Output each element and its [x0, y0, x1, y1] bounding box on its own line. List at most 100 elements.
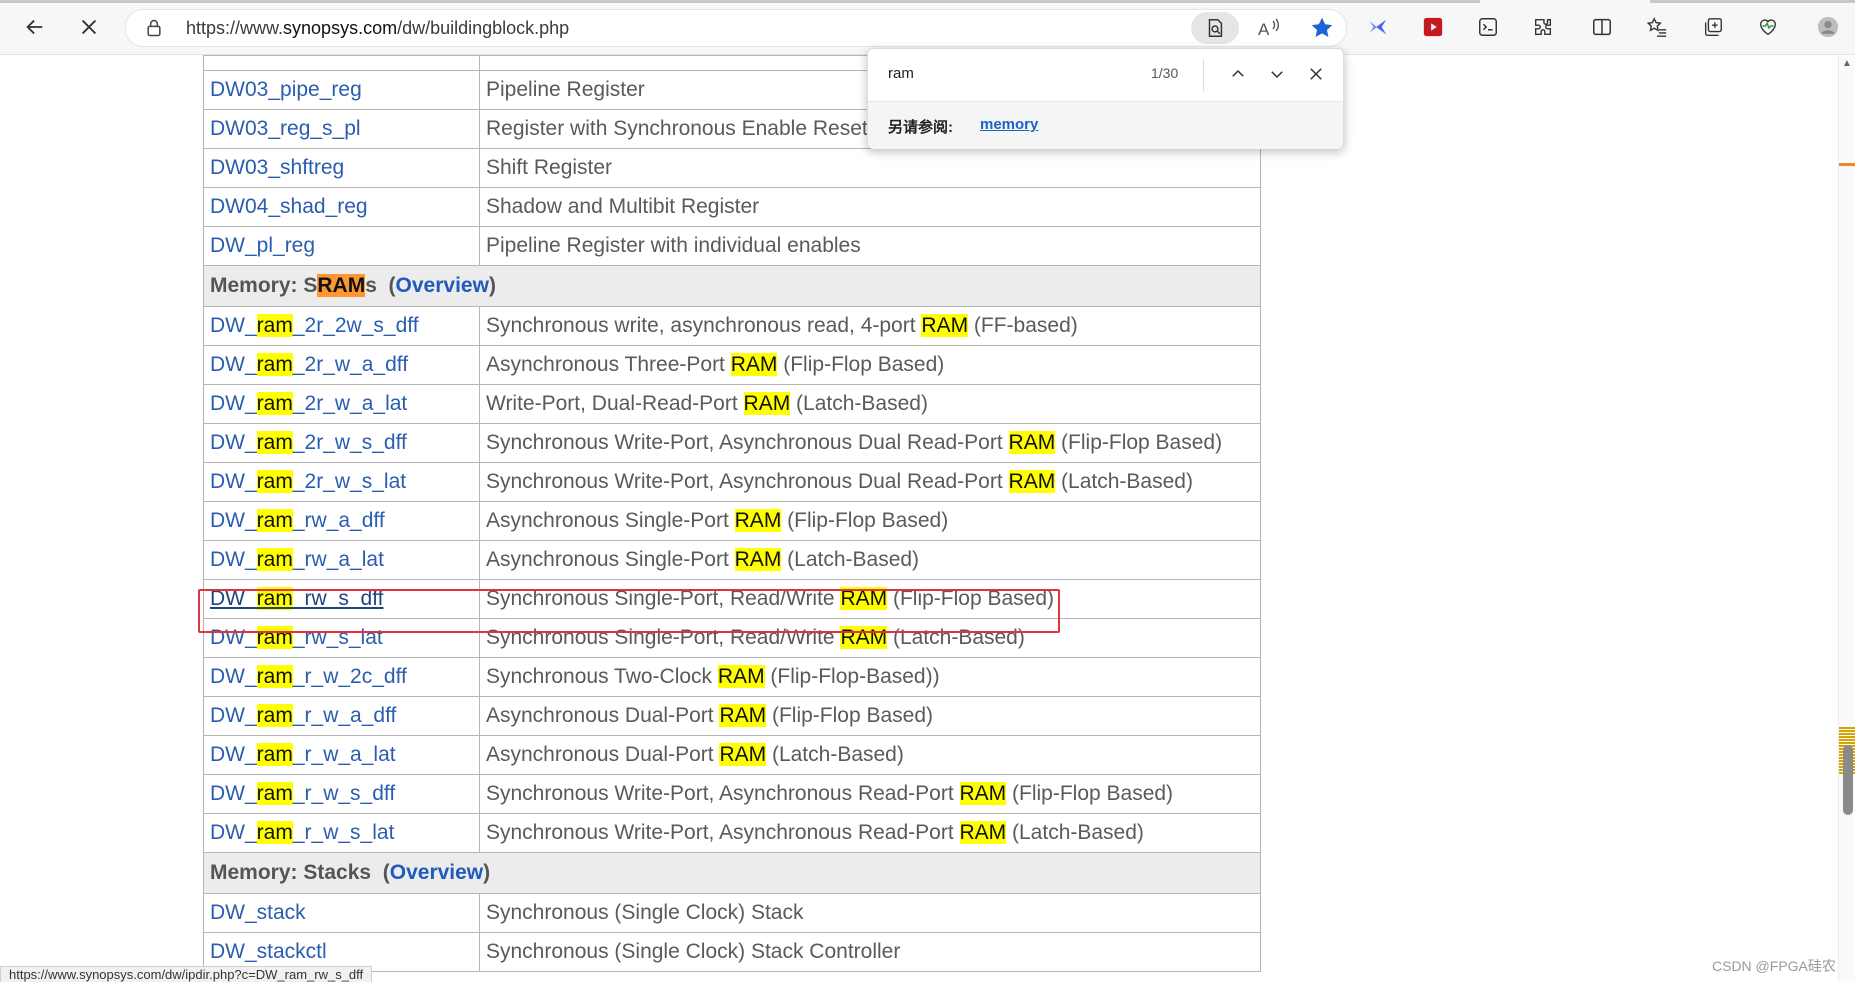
see-also-suggestion-link[interactable]: memory	[980, 116, 1038, 133]
address-bar[interactable]: https://www.synopsys.com/dw/buildingbloc…	[125, 9, 1347, 47]
component-name-cell: DW_ram_rw_s_dff	[203, 579, 480, 619]
collections-icon	[1704, 18, 1722, 36]
component-link[interactable]: DW03_pipe_reg	[210, 78, 362, 101]
arrow-left-icon	[26, 19, 43, 35]
component-description: Synchronous Write-Port, Asynchronous Rea…	[479, 813, 1261, 853]
component-link[interactable]: DW03_shftreg	[210, 156, 344, 179]
find-on-page-button[interactable]	[1191, 12, 1239, 44]
favorite-star-icon[interactable]	[1309, 15, 1335, 41]
component-link[interactable]: DW04_shad_reg	[210, 195, 368, 218]
section-title: Memory: Stacks	[210, 861, 372, 884]
table-row: DW_ram_rw_a_lat Asynchronous Single-Port …	[203, 540, 1261, 580]
find-highlight: ram	[256, 548, 293, 571]
component-description: Synchronous Write-Port, Asynchronous Dua…	[479, 423, 1261, 463]
component-link[interactable]: DW_ram_r_w_2c_dff	[210, 665, 407, 688]
component-name-cell: DW_ram_r_w_a_lat	[203, 735, 480, 775]
find-current-highlight: RAM	[317, 274, 366, 297]
table-row: DW_ram_r_w_2c_dff Synchronous Two-Clock R…	[203, 657, 1261, 697]
component-link[interactable]: DW_ram_rw_a_dff	[210, 509, 385, 532]
page-content: DW03_pipe_reg Pipeline Register DW03_reg_s…	[0, 55, 1838, 981]
component-name-cell: DW_ram_r_w_2c_dff	[203, 657, 480, 697]
table-row: DW_ram_2r_2w_s_dff Synchronous write, asy…	[203, 306, 1261, 346]
section-header-row: Memory: Stacks (Overview)	[203, 852, 1261, 894]
section-overview-link[interactable]: Overview	[396, 274, 489, 297]
extension-terminal-button[interactable]	[1472, 11, 1504, 43]
component-link[interactable]: DW_ram_rw_s_lat	[210, 626, 383, 649]
find-highlight: ram	[256, 353, 293, 376]
component-link[interactable]: DW_stack	[210, 901, 306, 924]
component-link[interactable]: DW_stackctl	[210, 940, 327, 963]
find-highlight: ram	[256, 704, 293, 727]
find-next-button[interactable]	[1264, 61, 1290, 87]
component-link[interactable]: DW_ram_2r_w_a_dff	[210, 353, 408, 376]
stop-loading-button[interactable]	[73, 11, 105, 43]
avatar-icon	[1817, 16, 1839, 38]
extensions-button[interactable]	[1527, 11, 1559, 43]
find-bar: ram 1/30 另请参阅: memory	[867, 48, 1344, 149]
heart-pulse-icon	[1759, 19, 1777, 36]
component-name-cell: DW_ram_rw_s_lat	[203, 618, 480, 658]
read-aloud-icon[interactable]: A	[1256, 15, 1282, 41]
youtube-icon	[1423, 17, 1443, 37]
url-text[interactable]: https://www.synopsys.com/dw/buildingbloc…	[186, 18, 569, 39]
find-highlight: ram	[256, 587, 293, 610]
find-highlight: RAM	[717, 665, 765, 688]
find-result-marker	[1839, 742, 1855, 744]
profile-button[interactable]	[1812, 11, 1844, 43]
component-name-cell: DW_ram_rw_a_lat	[203, 540, 480, 580]
extension-youtube-button[interactable]	[1417, 11, 1449, 43]
component-link[interactable]: DW_ram_2r_w_s_dff	[210, 431, 407, 454]
vertical-scrollbar[interactable]: ▲	[1838, 55, 1855, 981]
lock-icon[interactable]	[144, 18, 164, 38]
component-link[interactable]: DW_pl_reg	[210, 234, 315, 257]
collections-button[interactable]	[1697, 11, 1729, 43]
table-row: DW_ram_r_w_s_lat Synchronous Write-Port, …	[203, 813, 1261, 853]
section-title: Memory: SRAMs	[210, 274, 377, 297]
component-link[interactable]: DW_ram_2r_2w_s_dff	[210, 314, 419, 337]
component-link[interactable]: DW03_reg_s_pl	[210, 117, 361, 140]
scrollbar-thumb[interactable]	[1843, 745, 1853, 815]
bird-extension-icon	[1369, 19, 1387, 35]
chevron-down-icon	[1271, 71, 1283, 79]
table-row: DW03_shftreg Shift Register	[203, 148, 1261, 188]
component-description: Shift Register	[479, 148, 1261, 188]
find-match-count: 1/30	[1151, 65, 1179, 81]
section-header: Memory: SRAMs (Overview)	[203, 265, 1261, 307]
scroll-up-arrow-icon[interactable]: ▲	[1842, 58, 1852, 69]
component-link[interactable]: DW_ram_r_w_a_dff	[210, 704, 396, 727]
table-row: DW_ram_2r_w_s_lat Synchronous Write-Port,…	[203, 462, 1261, 502]
section-header: Memory: Stacks (Overview)	[203, 852, 1261, 894]
find-result-marker	[1839, 730, 1855, 732]
component-link[interactable]: DW_ram_r_w_s_dff	[210, 782, 395, 805]
find-result-marker	[1839, 733, 1855, 735]
section-overview-link[interactable]: Overview	[390, 861, 483, 884]
terminal-icon	[1479, 18, 1497, 36]
component-name-cell: DW_ram_r_w_s_lat	[203, 813, 480, 853]
back-button[interactable]	[19, 11, 51, 43]
component-description: Synchronous (Single Clock) Stack	[479, 893, 1261, 933]
table-row: DW_pl_reg Pipeline Register with individu…	[203, 226, 1261, 266]
component-description: Shadow and Multibit Register	[479, 187, 1261, 227]
component-description: Asynchronous Three-Port RAM (Flip-Flop B…	[479, 345, 1261, 385]
component-link[interactable]: DW_ram_rw_s_dff	[210, 587, 384, 610]
find-input[interactable]: ram	[888, 65, 914, 82]
find-highlight: ram	[256, 821, 293, 844]
component-link[interactable]: DW_ram_r_w_a_lat	[210, 743, 396, 766]
find-divider	[1203, 59, 1204, 91]
favorites-button[interactable]	[1641, 11, 1673, 43]
component-description: Write-Port, Dual-Read-Port RAM (Latch-Ba…	[479, 384, 1261, 424]
find-previous-button[interactable]	[1225, 61, 1251, 87]
table-row: DW_ram_rw_s_lat Synchronous Single-Port, …	[203, 618, 1261, 658]
find-close-button[interactable]	[1303, 61, 1329, 87]
find-result-marker	[1839, 727, 1855, 729]
find-highlight: RAM	[1008, 470, 1056, 493]
table-row: DW_stack Synchronous (Single Clock) Stack	[203, 893, 1261, 933]
component-link[interactable]: DW_ram_rw_a_lat	[210, 548, 384, 571]
browser-essentials-button[interactable]	[1752, 11, 1784, 43]
component-name-cell: DW04_shad_reg	[203, 187, 480, 227]
split-screen-button[interactable]	[1586, 11, 1618, 43]
extension-copilot-button[interactable]	[1362, 11, 1394, 43]
component-link[interactable]: DW_ram_2r_w_a_lat	[210, 392, 407, 415]
component-link[interactable]: DW_ram_2r_w_s_lat	[210, 470, 406, 493]
component-link[interactable]: DW_ram_r_w_s_lat	[210, 821, 394, 844]
